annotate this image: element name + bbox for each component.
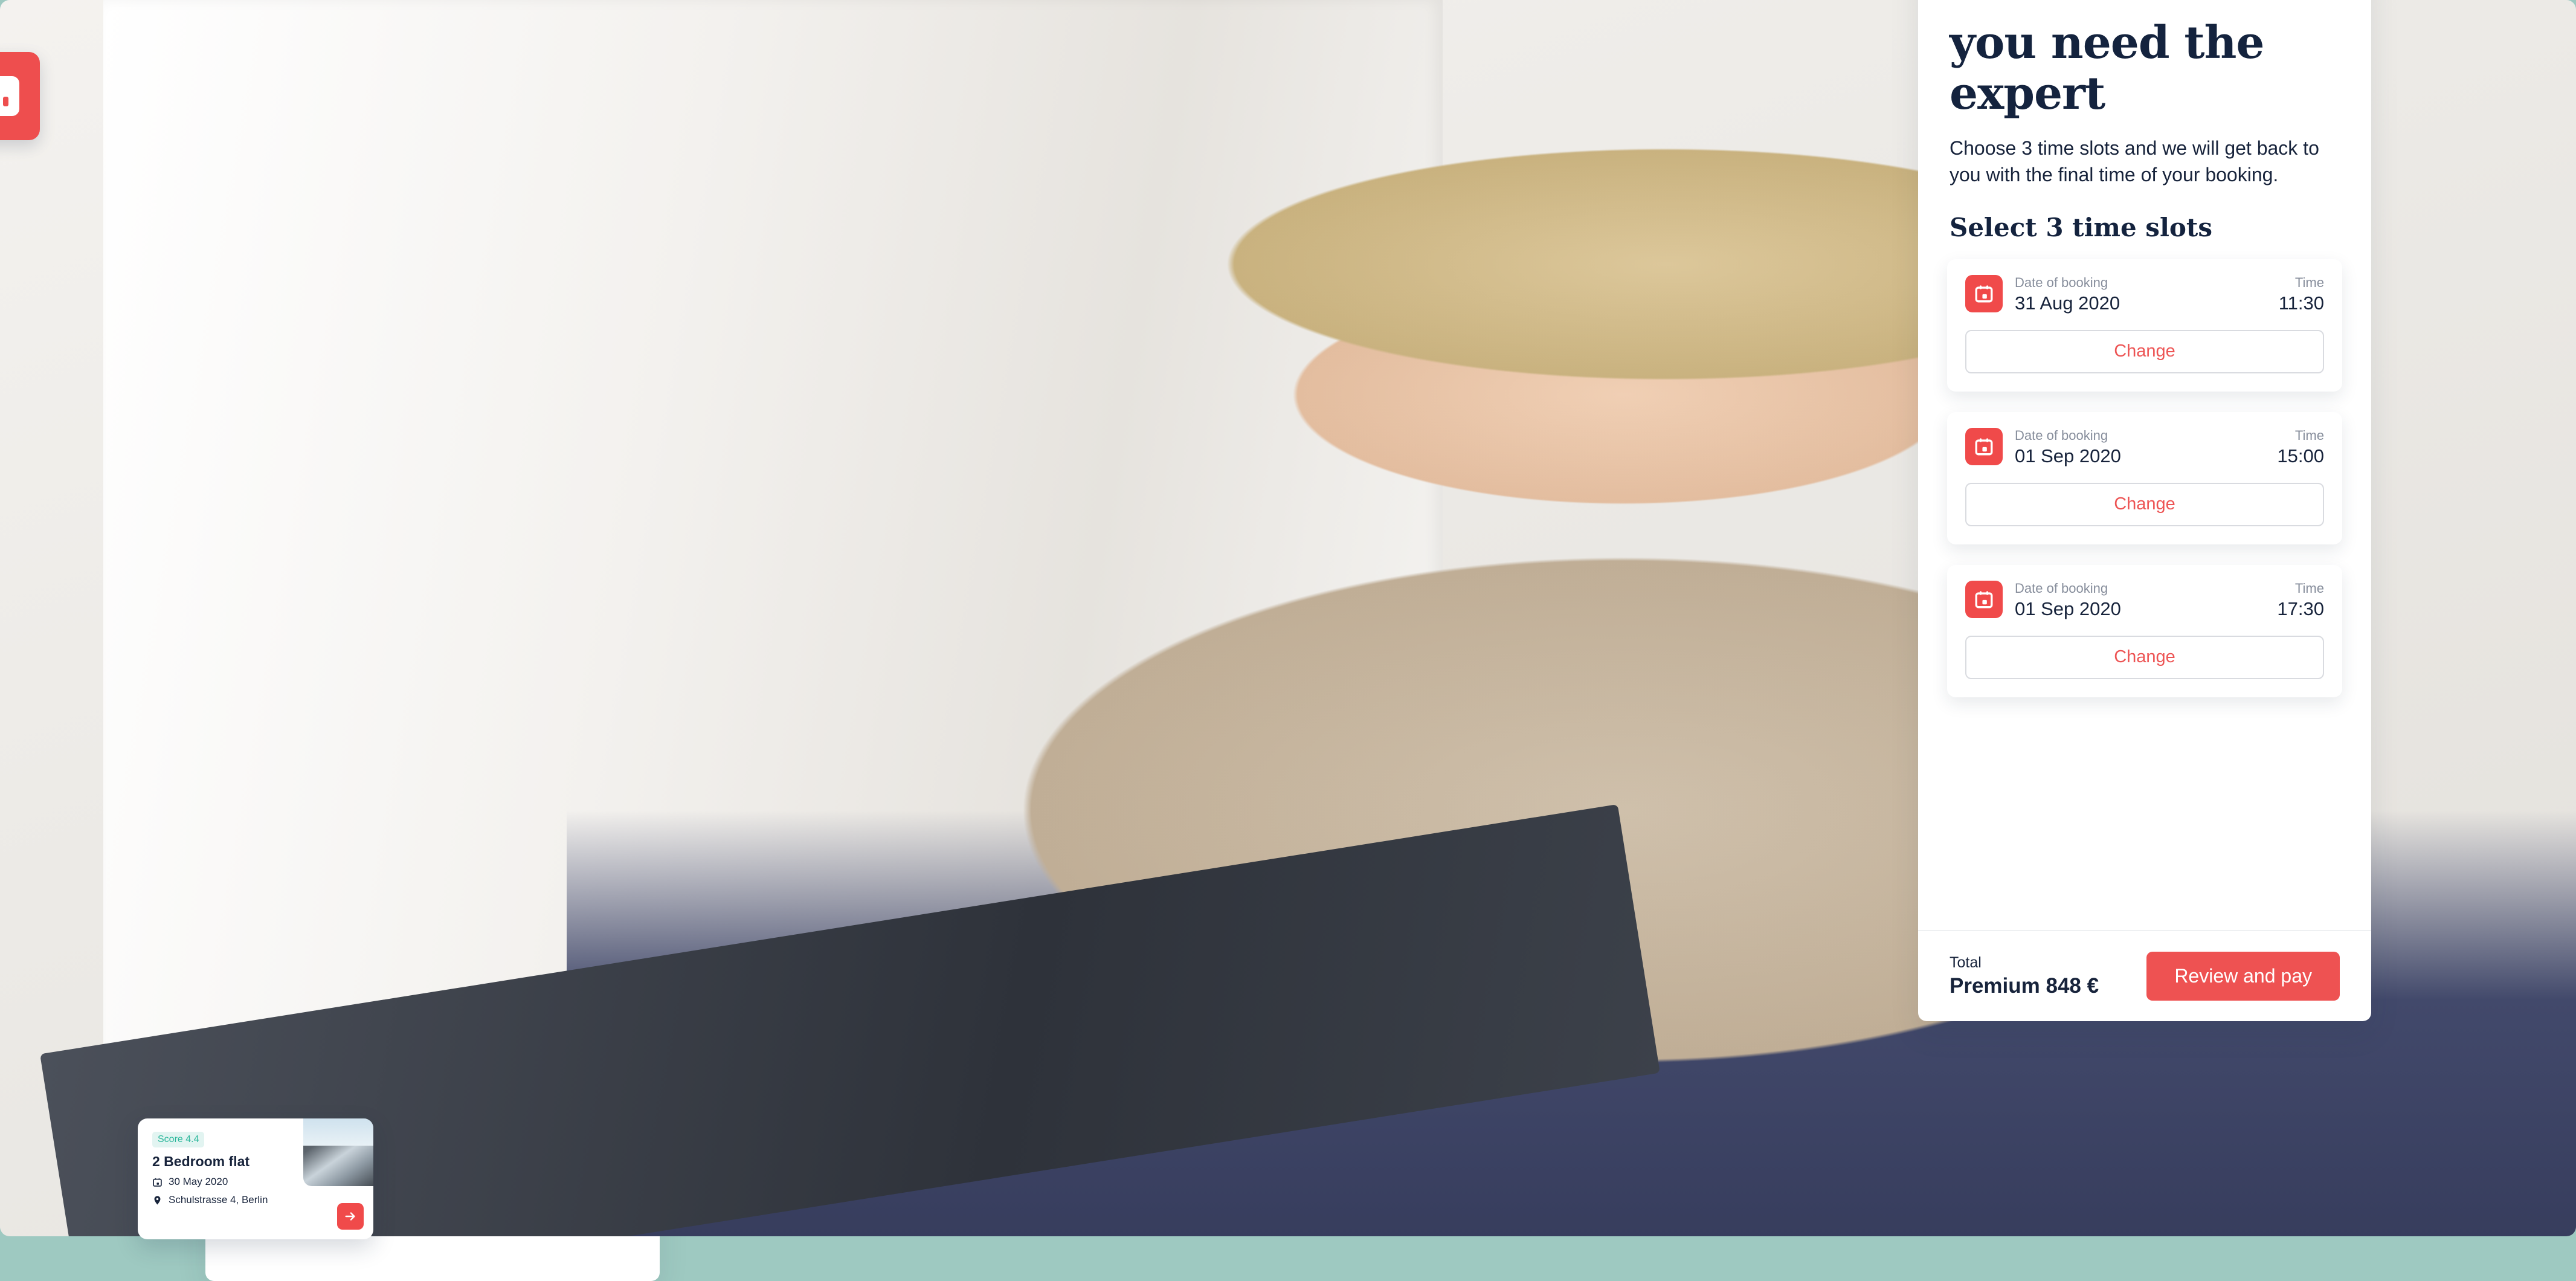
booking-date: 01 Sep 2020 <box>2015 598 2121 619</box>
calendar-icon <box>1965 427 2003 465</box>
open-report-button[interactable] <box>337 1203 364 1230</box>
change-slot-button[interactable]: Change <box>1965 635 2324 679</box>
date-of-booking-label: Date of booking <box>2015 274 2108 290</box>
date-of-booking-label: Date of booking <box>2015 580 2108 596</box>
booking-subtitle: Choose 3 time slots and we will get back… <box>1950 137 2319 186</box>
date-of-booking-label: Date of booking <box>2015 427 2108 443</box>
photo-panel: Score 4.4 2 Bedroom flat 30 May 2020 Sch… <box>0 0 2576 1239</box>
change-slot-button[interactable]: Change <box>1965 482 2324 526</box>
bar-chart-icon <box>0 76 19 116</box>
total-value: Premium 848 € <box>1950 974 2099 998</box>
booking-section-title: Select 3 time slots <box>1950 212 2212 242</box>
report-date: 30 May 2020 <box>169 1176 228 1187</box>
booking-date: 01 Sep 2020 <box>2015 445 2121 466</box>
review-and-pay-button[interactable]: Review and pay <box>2146 952 2340 1001</box>
booking-footer: Total Premium 848 € Review and pay <box>1918 930 2371 1021</box>
location-pin-icon <box>152 1195 163 1205</box>
booking-date: 31 Aug 2020 <box>2015 292 2120 314</box>
time-slot-list: Date of booking 31 Aug 2020 Time 11:30 C… <box>1918 242 2371 697</box>
report-thumbnail <box>303 1118 373 1186</box>
time-label: Time <box>2294 427 2324 443</box>
calendar-icon <box>1965 580 2003 618</box>
booking-title: you need the expert <box>1950 17 2264 120</box>
time-label: Time <box>2294 580 2324 596</box>
time-slot-card: Date of booking 31 Aug 2020 Time 11:30 C… <box>1947 259 2342 392</box>
booking-time: 17:30 <box>2277 598 2324 619</box>
booking-time: 11:30 <box>2278 292 2324 314</box>
chart-badge[interactable] <box>0 52 40 140</box>
floating-report-card[interactable]: Score 4.4 2 Bedroom flat 30 May 2020 Sch… <box>138 1118 373 1239</box>
booking-time: 15:00 <box>2277 445 2324 466</box>
status-badge: Score 4.4 <box>152 1132 205 1147</box>
change-slot-button[interactable]: Change <box>1965 329 2324 373</box>
report-address: Schulstrasse 4, Berlin <box>169 1194 268 1205</box>
time-label: Time <box>2294 274 2324 290</box>
time-slot-card: Date of booking 01 Sep 2020 Time 15:00 C… <box>1947 411 2342 544</box>
screenshot-stage: Konkretly All reports My reports Expert … <box>0 0 2576 1281</box>
calendar-icon <box>152 1177 163 1187</box>
total-block: Total Premium 848 € <box>1950 954 2099 998</box>
total-label: Total <box>1950 954 1982 971</box>
time-slot-card: Date of booking 01 Sep 2020 Time 17:30 C… <box>1947 564 2342 697</box>
arrow-right-icon <box>345 1212 355 1221</box>
report-address-row: Schulstrasse 4, Berlin <box>152 1194 359 1206</box>
booking-panel: you need the expert Choose 3 time slots … <box>1918 0 2371 1021</box>
calendar-icon <box>1965 274 2003 312</box>
